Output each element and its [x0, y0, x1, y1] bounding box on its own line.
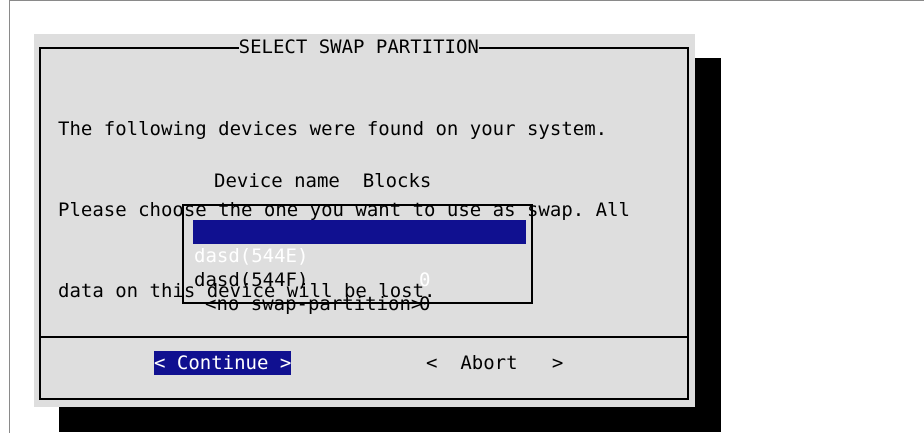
device-row-dasd-544f[interactable]: dasd(544F) 0 — [193, 244, 526, 315]
dialog-title: SELECT SWAP PARTITION — [238, 36, 479, 58]
title-right-dash — [491, 46, 502, 49]
dialog-shadow-right — [694, 58, 721, 432]
device-row-no-swap[interactable]: <no swap-partition> — [193, 268, 526, 315]
continue-button[interactable]: < Continue > — [154, 351, 292, 375]
no-swap-option: <no swap-partition> — [205, 293, 423, 315]
dialog-title-row: SELECT SWAP PARTITION — [34, 34, 695, 60]
column-device-name: Device name — [214, 170, 340, 192]
abort-button[interactable]: < Abort > — [426, 351, 563, 375]
device-list-header: Device name Blocks — [214, 168, 431, 194]
device-listbox[interactable]: dasd(544E) 0 dasd(544F) 0 <no swap-parti… — [182, 204, 533, 315]
message-line: The following devices were found on your… — [58, 118, 608, 140]
title-left-dash — [227, 46, 238, 49]
device-row-dasd-544e[interactable]: dasd(544E) 0 — [193, 220, 526, 291]
column-blocks: Blocks — [362, 170, 432, 192]
select-swap-partition-dialog: SELECT SWAP PARTITION The following devi… — [34, 34, 695, 407]
dialog-shadow-bottom — [59, 407, 721, 432]
